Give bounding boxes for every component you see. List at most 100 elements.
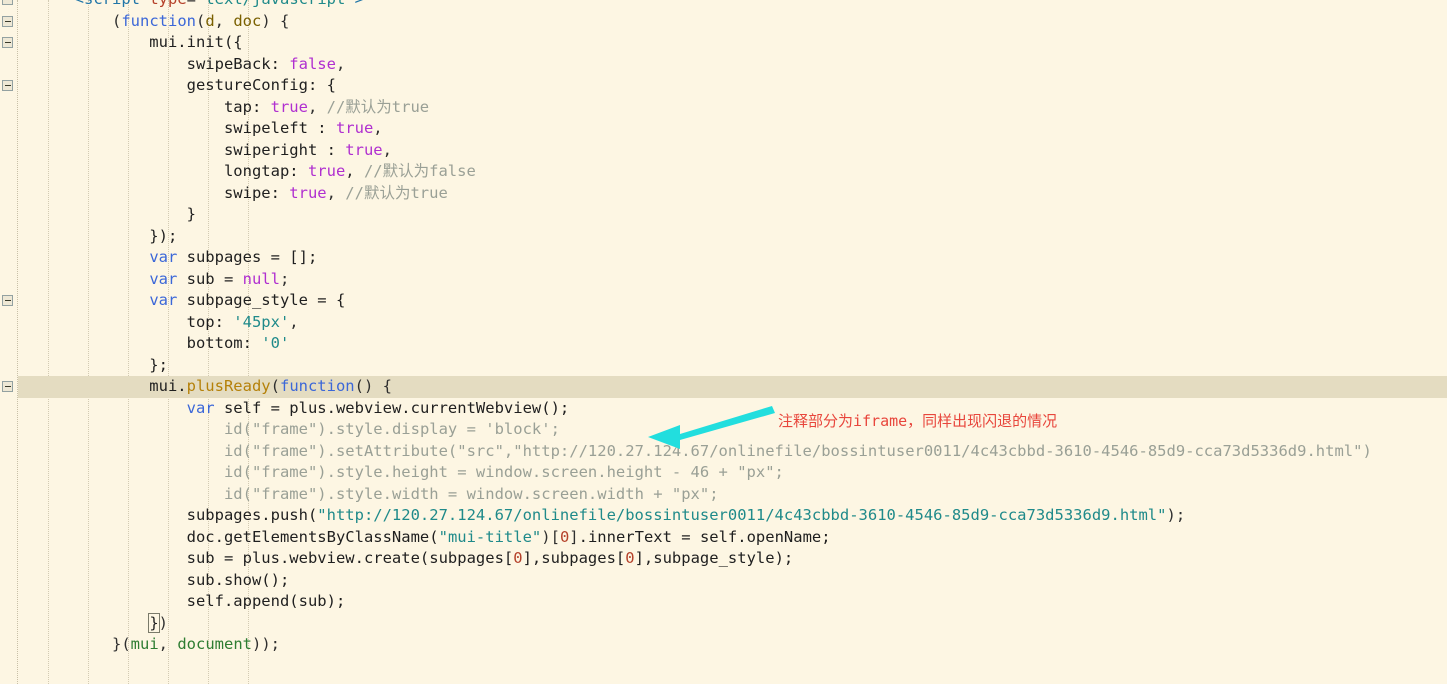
code-token: self.append(sub); — [0, 592, 346, 610]
code-line[interactable]: }) — [0, 612, 1447, 635]
code-token: function — [121, 11, 196, 30]
code-fold-collapse-icon[interactable] — [2, 80, 13, 91]
code-line[interactable]: mui.init({ — [0, 32, 1447, 54]
code-token: ; — [279, 269, 290, 288]
code-line[interactable]: var sub = null; — [0, 269, 1447, 291]
code-token: 0 — [559, 527, 570, 546]
code-line[interactable]: swiperight : true, — [0, 140, 1447, 162]
code-line[interactable]: var subpages = []; — [0, 247, 1447, 269]
code-token: id("frame").style.height = window.screen… — [18, 463, 784, 481]
code-line[interactable]: longtap: true, //默认为false — [0, 161, 1447, 183]
code-line[interactable]: swipe: true, //默认为true — [0, 183, 1447, 205]
code-token: true — [270, 97, 308, 116]
code-token: sub = — [177, 269, 243, 288]
code-token: , — [335, 54, 346, 73]
code-line[interactable]: mui.plusReady(function() { — [0, 376, 1447, 398]
code-token: mui — [130, 635, 159, 653]
code-token: d — [205, 11, 215, 30]
code-line[interactable]: }); — [0, 226, 1447, 248]
code-token: "mui-title" — [438, 527, 542, 546]
code-token: "http://120.27.124.67/onlinefile/bossint… — [317, 506, 1167, 524]
code-line[interactable]: var subpage_style = { — [0, 290, 1447, 312]
code-token: bottom: — [0, 334, 262, 352]
code-line[interactable]: }(mui, document)); — [0, 634, 1447, 656]
code-line[interactable]: <script type="text/javascript"> — [0, 0, 1447, 11]
code-token: 0 — [513, 549, 523, 567]
code-token: , — [214, 11, 234, 30]
code-token: swipeleft : — [0, 119, 336, 137]
code-token: = — [187, 0, 196, 8]
code-line[interactable]: // id("frame").style.width = window.scre… — [0, 484, 1447, 506]
code-token: false — [289, 54, 336, 73]
code-token: true — [289, 183, 327, 202]
code-token: doc.getElementsByClassName( — [0, 527, 439, 546]
code-token: gestureConfig: { — [0, 76, 336, 94]
code-token: ],subpages[ — [522, 549, 626, 567]
code-token: function — [279, 377, 355, 395]
code-token: var — [186, 398, 215, 417]
code-editor[interactable]: <script type="text/javascript"> (functio… — [0, 0, 1447, 684]
code-line[interactable]: gestureConfig: { — [0, 75, 1447, 97]
code-fold-collapse-icon[interactable] — [2, 0, 13, 5]
code-line[interactable]: // id("frame").style.display = 'block'; — [0, 419, 1447, 441]
code-token: var — [149, 291, 178, 309]
code-token: swipe: — [0, 183, 290, 202]
code-line[interactable]: var self = plus.webview.currentWebview()… — [0, 398, 1447, 420]
code-line[interactable]: // id("frame").style.height = window.scr… — [0, 462, 1447, 484]
code-token: script — [84, 0, 140, 8]
code-line[interactable]: } — [0, 204, 1447, 226]
code-token: ) { — [261, 11, 290, 30]
editor-gutter[interactable] — [0, 0, 18, 684]
code-token: id("frame").setAttribute("src","http://1… — [18, 441, 1372, 460]
code-token: plusReady — [186, 377, 271, 395]
code-token: sub.show(); — [0, 570, 290, 589]
code-token: subpage_style = { — [177, 291, 346, 309]
code-token: doc — [233, 11, 262, 30]
code-token: var — [149, 269, 178, 288]
code-content[interactable]: <script type="text/javascript"> (functio… — [0, 0, 1447, 684]
code-token: , — [345, 162, 364, 180]
code-token: , — [326, 183, 346, 202]
code-token: longtap: — [0, 162, 308, 180]
code-fold-collapse-icon[interactable] — [2, 15, 13, 27]
code-line[interactable]: sub = plus.webview.create(subpages[0],su… — [0, 548, 1447, 570]
code-token: subpages = []; — [177, 248, 318, 266]
code-line[interactable]: subpages.push("http://120.27.124.67/onli… — [0, 505, 1447, 527]
code-token: swiperight : — [0, 140, 346, 159]
code-line[interactable]: tap: true, //默认为true — [0, 97, 1447, 119]
code-token: //默认为true — [345, 183, 448, 202]
code-token: id("frame").style.width = window.screen.… — [18, 484, 719, 503]
code-token: ) — [158, 613, 168, 632]
code-line[interactable]: swipeleft : true, — [0, 118, 1447, 140]
code-token: )[ — [541, 527, 560, 546]
matching-brace: } — [148, 612, 160, 633]
code-token: swipeBack: — [0, 54, 290, 73]
code-line[interactable]: (function(d, doc) { — [0, 11, 1447, 33]
code-token: ); — [1166, 506, 1186, 524]
code-token: true — [307, 162, 346, 180]
code-line[interactable]: self.append(sub); — [0, 591, 1447, 613]
code-token: null — [242, 269, 280, 288]
code-line[interactable]: // id("frame").setAttribute("src","http:… — [0, 441, 1447, 463]
code-line[interactable]: bottom: '0' — [0, 333, 1447, 355]
code-line[interactable]: doc.getElementsByClassName("mui-title")[… — [0, 527, 1447, 549]
code-token: subpages.push( — [0, 506, 318, 524]
code-line[interactable]: top: '45px', — [0, 312, 1447, 334]
code-fold-collapse-icon[interactable] — [2, 295, 13, 306]
code-line[interactable]: swipeBack: false, — [0, 54, 1447, 76]
code-token: type — [149, 0, 186, 8]
code-token: true — [345, 140, 383, 159]
code-fold-collapse-icon[interactable] — [2, 37, 13, 48]
code-fold-collapse-icon[interactable] — [2, 381, 13, 392]
code-line[interactable]: }; — [0, 355, 1447, 377]
code-token: //默认为false — [363, 162, 476, 180]
code-token: , — [373, 119, 383, 137]
code-line[interactable]: sub.show(); — [0, 570, 1447, 592]
code-token: ],subpage_style); — [634, 549, 794, 567]
code-token: mui.init({ — [0, 33, 243, 51]
code-token: self = plus.webview.currentWebview(); — [214, 398, 570, 417]
code-token: '45px' — [233, 312, 290, 331]
code-token: ( — [270, 377, 280, 395]
code-token: < — [75, 0, 84, 8]
code-token: ] — [569, 527, 579, 546]
